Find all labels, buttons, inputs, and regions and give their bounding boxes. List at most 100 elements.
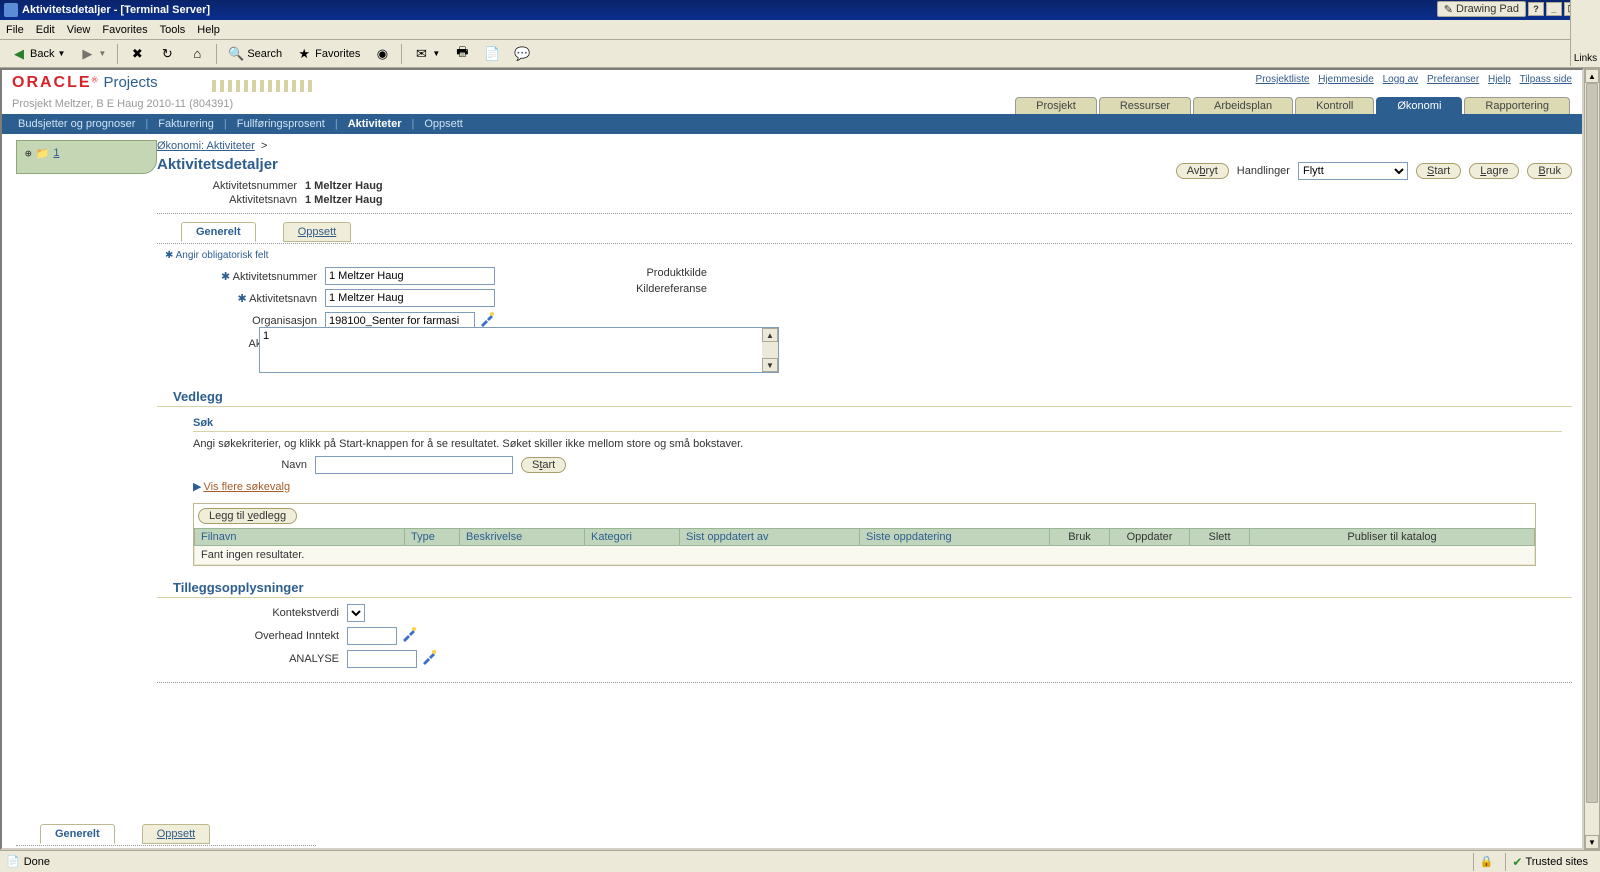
scroll-up-icon[interactable]: ▲ (1585, 69, 1599, 83)
subtab-generelt[interactable]: Generelt (181, 222, 256, 242)
tab-okonomi[interactable]: Økonomi (1376, 97, 1462, 114)
menu-tools[interactable]: Tools (160, 24, 186, 36)
stop-button[interactable]: ✖ (124, 43, 150, 65)
bottom-subtab-oppsett[interactable]: Oppsett (142, 824, 211, 844)
col-sist-av[interactable]: Sist oppdatert av (686, 531, 769, 543)
print-button[interactable]: 🖶 (449, 43, 475, 65)
col-type[interactable]: Type (411, 531, 435, 543)
legg-til-vedlegg-button[interactable]: Legg til vedlegg (198, 508, 297, 524)
textarea-scrollbar[interactable]: ▲ ▼ (762, 328, 778, 372)
menu-edit[interactable]: Edit (36, 24, 55, 36)
oracle-brand: ORACLE (12, 74, 92, 91)
expand-icon[interactable]: ▶ (193, 481, 201, 493)
link-preferanser[interactable]: Preferanser (1427, 74, 1479, 85)
back-button[interactable]: ◀ Back ▼ (6, 43, 70, 65)
folder-icon: 📁 (36, 147, 50, 160)
menu-favorites[interactable]: Favorites (102, 24, 147, 36)
reg-mark: ® (92, 75, 98, 84)
scroll-down-icon[interactable]: ▼ (1585, 835, 1599, 849)
vis-flere-link[interactable]: Vis flere søkevalg (203, 481, 290, 493)
forward-button[interactable]: ▶ ▼ (74, 43, 111, 65)
breadcrumb-link[interactable]: Økonomi: Aktiviteter (157, 140, 255, 152)
start-button[interactable]: Start (1416, 163, 1461, 179)
menu-help[interactable]: Help (197, 24, 220, 36)
flashlight-icon[interactable] (401, 626, 417, 645)
tree-item-1[interactable]: 1 (53, 147, 59, 159)
links-panel-tab[interactable]: Links (1570, 0, 1600, 66)
link-hjemmeside[interactable]: Hjemmeside (1318, 74, 1374, 85)
link-tilpass[interactable]: Tilpass side (1520, 74, 1572, 85)
scroll-down-icon[interactable]: ▼ (762, 358, 778, 372)
sok-start-button[interactable]: Start (521, 457, 566, 473)
col-beskrivelse[interactable]: Beskrivelse (466, 531, 522, 543)
help-button[interactable]: ? (1528, 2, 1544, 16)
link-loggav[interactable]: Logg av (1383, 74, 1419, 85)
tab-kontroll[interactable]: Kontroll (1295, 97, 1374, 114)
aktivitetsnavn-label: Aktivitetsnavn (249, 293, 317, 305)
navn-input[interactable] (315, 456, 513, 474)
ie-icon (4, 3, 18, 17)
menu-view[interactable]: View (67, 24, 91, 36)
search-label: Search (247, 48, 282, 60)
primary-nav-bar: Prosjekt Ressurser Arbeidsplan Kontroll … (2, 114, 1582, 134)
aktivitetsnavn-input[interactable] (325, 289, 495, 307)
bottom-oppsett-label: Oppsett (157, 828, 196, 840)
tab-arbeidsplan[interactable]: Arbeidsplan (1193, 97, 1293, 114)
flashlight-icon[interactable] (421, 649, 437, 668)
window-titlebar: Aktivitetsdetaljer - [Terminal Server] ✎… (0, 0, 1600, 20)
mail-button[interactable]: ✉▼ (408, 43, 445, 65)
chevron-down-icon: ▼ (98, 49, 106, 58)
col-filnavn[interactable]: Filnavn (201, 531, 236, 543)
col-kategori[interactable]: Kategori (591, 531, 632, 543)
col-sist-dato[interactable]: Siste oppdatering (866, 531, 952, 543)
search-icon: 🔍 (228, 46, 244, 62)
refresh-button[interactable]: ↻ (154, 43, 180, 65)
overhead-label: Overhead Inntekt (217, 630, 347, 642)
sub-nav: Budsjetter og prognoser | Fakturering | … (18, 118, 463, 130)
beskrivelse-textarea[interactable]: 1 (260, 328, 762, 372)
favorites-button[interactable]: ★ Favorites (291, 43, 365, 65)
edit-button[interactable]: 📄 (479, 43, 505, 65)
search-button[interactable]: 🔍 Search (223, 43, 287, 65)
kontekst-select[interactable] (347, 604, 365, 622)
statusbar: 📄 Done 🔒 ✔ Trusted sites (0, 850, 1600, 872)
discuss-button[interactable]: 💬 (509, 43, 535, 65)
handlinger-select[interactable]: Flytt (1298, 162, 1408, 180)
tab-rapportering[interactable]: Rapportering (1464, 97, 1570, 114)
col-publiser: Publiser til katalog (1250, 529, 1535, 546)
drawing-pad-button[interactable]: ✎ Drawing Pad (1437, 1, 1526, 17)
handlinger-label: Handlinger (1237, 165, 1290, 177)
lagre-button[interactable]: Lagre (1469, 163, 1519, 179)
tree-expand-icon[interactable]: ⊕ (25, 147, 32, 160)
separator (401, 44, 402, 64)
lagre-label: Lagre (1480, 165, 1508, 177)
aktivitetsnummer-input[interactable] (325, 267, 495, 285)
detail-subtabs: Generelt Oppsett (157, 222, 1572, 244)
tab-prosjekt[interactable]: Prosjekt (1015, 97, 1097, 114)
link-prosjektliste[interactable]: Prosjektliste (1256, 74, 1310, 85)
overhead-input[interactable] (347, 627, 397, 645)
vertical-scrollbar[interactable]: ▲ ▼ (1584, 68, 1600, 850)
scroll-up-icon[interactable]: ▲ (762, 328, 778, 342)
sok-help: Angi søkekriterier, og klikk på Start-kn… (157, 436, 1572, 456)
subnav-fakturering[interactable]: Fakturering (158, 118, 214, 130)
subnav-aktiviteter[interactable]: Aktiviteter (348, 118, 402, 130)
subnav-budsjetter[interactable]: Budsjetter og prognoser (18, 118, 135, 130)
analyse-label: ANALYSE (217, 653, 347, 665)
tab-ressurser[interactable]: Ressurser (1099, 97, 1191, 114)
subnav-oppsett[interactable]: Oppsett (424, 118, 463, 130)
chevron-down-icon: ▼ (57, 49, 65, 58)
bottom-subtab-generelt[interactable]: Generelt (40, 824, 115, 844)
avbryt-button[interactable]: Avbryt (1176, 163, 1229, 179)
scrollbar-thumb[interactable] (1586, 83, 1598, 803)
subtab-oppsett[interactable]: Oppsett (283, 222, 352, 242)
analyse-input[interactable] (347, 650, 417, 668)
minimize-button[interactable]: _ (1546, 2, 1562, 16)
link-hjelp[interactable]: Hjelp (1488, 74, 1511, 85)
section-tillegg: Tilleggsopplysninger (157, 566, 1572, 598)
media-button[interactable]: ◉ (369, 43, 395, 65)
subnav-fullforing[interactable]: Fullføringsprosent (237, 118, 325, 130)
menu-file[interactable]: File (6, 24, 24, 36)
home-button[interactable]: ⌂ (184, 43, 210, 65)
bruk-button[interactable]: Bruk (1527, 163, 1572, 179)
